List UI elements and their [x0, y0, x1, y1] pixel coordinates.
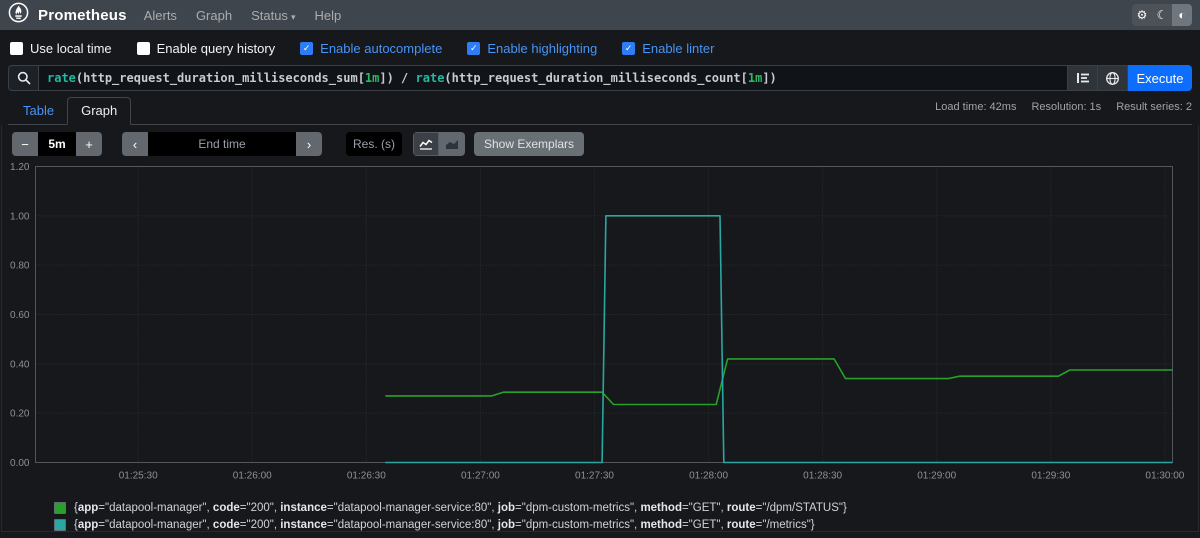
nav-item-alerts[interactable]: Alerts — [144, 8, 177, 23]
legend-item-1[interactable]: {app="datapool-manager", code="200", ins… — [54, 516, 1190, 533]
option-enable-linter[interactable]: ✓ Enable linter — [622, 41, 714, 56]
end-time-input[interactable] — [148, 132, 296, 156]
panel-header: Load time: 42ms Resolution: 1s Result se… — [0, 97, 1200, 125]
x-axis-tick-label: 01:25:30 — [119, 471, 158, 482]
brand-title: Prometheus — [38, 6, 127, 24]
brand-link[interactable]: Prometheus — [8, 2, 127, 28]
show-exemplars-button[interactable]: Show Exemplars — [474, 132, 585, 156]
theme-toggle-group: ⚙ ☾ ◐ — [1132, 4, 1192, 26]
time-back-button[interactable]: ‹ — [122, 132, 148, 156]
resolution: Resolution: 1s — [1031, 101, 1102, 113]
query-options-row: Use local time Enable query history ✓ Enabl… — [10, 41, 1192, 56]
nav-links: Alerts Graph Status ▾ Help — [144, 8, 342, 23]
option-enable-query-history[interactable]: Enable query history — [136, 41, 276, 56]
metrics-explorer-icon — [1106, 71, 1119, 85]
auto-theme-button[interactable]: ◐ — [1172, 4, 1192, 26]
caret-down-icon: ▾ — [290, 11, 296, 22]
nav-item-status[interactable]: Status ▾ — [251, 8, 295, 23]
option-use-local-time[interactable]: Use local time — [10, 41, 112, 56]
time-forward-button[interactable]: › — [296, 132, 322, 156]
resolution-input[interactable] — [346, 132, 402, 156]
y-axis-tick-label: 0.80 — [10, 261, 30, 272]
chevron-right-icon: › — [306, 136, 312, 152]
legend: {app="datapool-manager", code="200", ins… — [54, 499, 1190, 533]
legend-series-label: {app="datapool-manager", code="200", ins… — [74, 518, 815, 531]
legend-swatch — [54, 518, 66, 531]
y-axis-tick-label: 1.20 — [10, 162, 30, 173]
option-label: Enable linter — [642, 41, 715, 56]
option-enable-autocomplete[interactable]: ✓ Enable autocomplete — [300, 41, 442, 56]
load-time: Load time: 42ms — [935, 101, 1017, 113]
format-icon — [1076, 73, 1089, 83]
x-axis-tick-label: 01:28:30 — [803, 471, 842, 482]
stacked-chart-icon — [446, 140, 458, 149]
settings-button[interactable]: ⚙ — [1132, 4, 1152, 26]
query-expression: rate(http_request_duration_milliseconds_… — [47, 71, 777, 85]
prometheus-app: Prometheus Alerts Graph Status ▾ Help ⚙ ☾ ◐ … — [0, 0, 1200, 532]
chevron-left-icon: ‹ — [132, 136, 138, 152]
range-decrease-button[interactable]: − — [12, 132, 38, 156]
x-axis-tick-label: 01:26:00 — [233, 471, 272, 482]
y-axis-tick-label: 0.60 — [10, 310, 30, 321]
moon-icon: ☾ — [1156, 8, 1168, 22]
checkbox-unchecked-icon[interactable] — [10, 42, 23, 55]
line-chart-button[interactable] — [413, 132, 439, 156]
search-icon — [17, 71, 31, 85]
series-line-0 — [385, 358, 1173, 406]
time-series-graph[interactable]: 0.00 0.20 0.40 0.60 0.80 1.00 1.20 01:25:30 01:2… — [10, 160, 1186, 486]
chart-type-toggle — [413, 132, 465, 156]
range-increase-button[interactable]: + — [76, 132, 102, 156]
series-line-1 — [385, 214, 1173, 464]
result-series: Result series: 2 — [1116, 101, 1192, 113]
prometheus-logo-icon — [8, 2, 29, 28]
graph-panel: − + ‹ › — [1, 125, 1199, 532]
gear-icon: ⚙ — [1136, 8, 1148, 22]
metrics-explorer-button[interactable] — [1098, 65, 1128, 91]
dark-theme-button[interactable]: ☾ — [1152, 4, 1172, 26]
format-expression-button[interactable] — [1068, 65, 1098, 91]
x-axis-tick-label: 01:26:30 — [347, 471, 386, 482]
y-axis-tick-label: 1.00 — [10, 211, 30, 222]
stacked-chart-button[interactable] — [439, 132, 465, 156]
y-axis-tick-label: 0.00 — [10, 458, 30, 469]
x-axis-tick-label: 01:29:30 — [1031, 471, 1070, 482]
query-stats: Load time: 42ms Resolution: 1s Result se… — [935, 101, 1192, 113]
tab-graph[interactable]: Graph — [67, 97, 132, 125]
y-axis-tick-label: 0.20 — [10, 409, 30, 420]
option-label: Enable autocomplete — [320, 41, 443, 56]
x-axis-tick-label: 01:30:00 — [1145, 471, 1184, 482]
option-label: Use local time — [30, 41, 112, 56]
x-axis-tick-label: 01:28:00 — [689, 471, 728, 482]
execute-button[interactable]: Execute — [1128, 65, 1192, 91]
half-circle-icon: ◐ — [1178, 8, 1186, 22]
query-bar: rate(http_request_duration_milliseconds_… — [8, 65, 1192, 91]
graph-controls: − + ‹ › — [12, 132, 1190, 156]
tab-table[interactable]: Table — [10, 98, 67, 124]
end-time-picker: ‹ › — [122, 132, 322, 156]
navbar: Prometheus Alerts Graph Status ▾ Help ⚙ ☾ ◐ — [0, 0, 1200, 30]
range-stepper: − + — [12, 132, 102, 156]
legend-series-label: {app="datapool-manager", code="200", ins… — [74, 501, 847, 514]
range-input[interactable] — [38, 132, 76, 156]
query-expression-input[interactable]: rate(http_request_duration_milliseconds_… — [38, 65, 1068, 91]
checkbox-checked-icon[interactable]: ✓ — [467, 42, 481, 55]
legend-item-0[interactable]: {app="datapool-manager", code="200", ins… — [54, 499, 1190, 516]
nav-item-help[interactable]: Help — [314, 8, 341, 23]
checkbox-checked-icon[interactable]: ✓ — [622, 42, 636, 55]
option-label: Enable query history — [156, 41, 276, 56]
option-enable-highlighting[interactable]: ✓ Enable highlighting — [467, 41, 597, 56]
legend-swatch — [54, 501, 66, 514]
chart[interactable]: 0.00 0.20 0.40 0.60 0.80 1.00 1.20 01:25:30 01:2… — [10, 160, 1190, 491]
nav-item-graph[interactable]: Graph — [196, 8, 232, 23]
y-axis-tick-label: 0.40 — [10, 359, 30, 370]
checkbox-checked-icon[interactable]: ✓ — [300, 42, 314, 55]
x-axis-tick-label: 01:27:00 — [461, 471, 500, 482]
x-axis-tick-label: 01:29:00 — [917, 471, 956, 482]
line-chart-icon — [419, 139, 433, 150]
search-addon — [8, 65, 38, 91]
x-axis-tick-label: 01:27:30 — [575, 471, 614, 482]
option-label: Enable highlighting — [487, 41, 598, 56]
checkbox-unchecked-icon[interactable] — [136, 42, 150, 55]
